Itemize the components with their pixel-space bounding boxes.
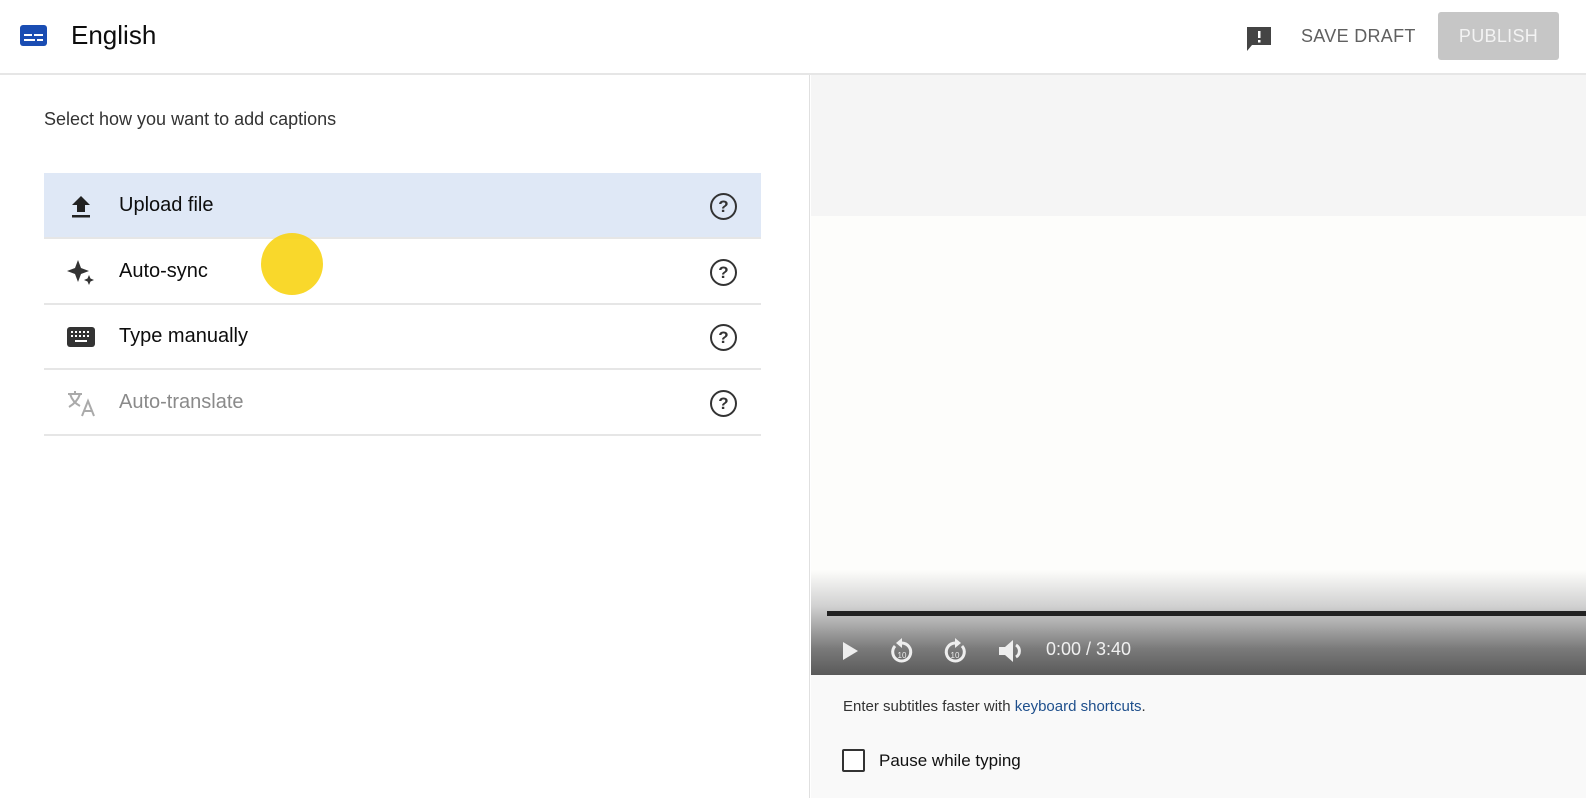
keyboard-icon — [66, 323, 96, 351]
forward-10-icon[interactable]: 10 — [942, 637, 968, 665]
help-icon[interactable]: ? — [710, 390, 737, 417]
help-icon[interactable]: ? — [710, 193, 737, 220]
option-auto-sync[interactable]: Auto-sync ? — [44, 239, 761, 305]
upload-icon — [66, 192, 96, 220]
option-upload-file[interactable]: Upload file ? — [44, 173, 761, 239]
play-icon[interactable] — [841, 637, 859, 665]
pause-while-typing-checkbox[interactable] — [842, 749, 865, 772]
video-preview-panel: 10 10 0:00 / 3:40 Enter subtitles faster… — [811, 75, 1586, 798]
option-label: Type manually — [119, 324, 248, 347]
preview-top — [811, 75, 1586, 216]
shortcuts-hint: Enter subtitles faster with keyboard sho… — [843, 698, 1146, 715]
keyboard-shortcuts-link[interactable]: keyboard shortcuts — [1015, 698, 1142, 715]
translate-icon — [66, 389, 96, 417]
hint-text: Enter subtitles faster with — [843, 698, 1015, 715]
help-icon[interactable]: ? — [710, 324, 737, 351]
volume-icon[interactable] — [997, 637, 1025, 665]
option-type-manually[interactable]: Type manually ? — [44, 304, 761, 370]
publish-button[interactable]: PUBLISH — [1438, 12, 1559, 60]
prompt-text: Select how you want to add captions — [44, 109, 337, 129]
hint-suffix: . — [1141, 698, 1146, 715]
cursor-highlight — [261, 233, 323, 295]
progress-bar[interactable] — [827, 611, 1586, 616]
caption-method-panel: Select how you want to add captions Uplo… — [0, 75, 810, 798]
forward-seconds: 10 — [951, 651, 960, 660]
language-title: English — [71, 20, 157, 50]
player-controls: 10 10 0:00 / 3:40 — [811, 570, 1586, 675]
rewind-10-icon[interactable]: 10 — [889, 637, 915, 665]
option-auto-translate: Auto-translate ? — [44, 370, 761, 436]
option-label: Auto-translate — [119, 390, 244, 413]
time-display: 0:00 / 3:40 — [1046, 639, 1132, 659]
help-icon[interactable]: ? — [710, 259, 737, 286]
rewind-seconds: 10 — [898, 651, 907, 660]
pause-while-typing-label[interactable]: Pause while typing — [879, 751, 1021, 771]
sparkle-icon — [66, 258, 96, 286]
feedback-icon[interactable] — [1245, 25, 1273, 53]
captions-icon — [20, 25, 47, 46]
option-label: Auto-sync — [119, 259, 208, 282]
option-label: Upload file — [119, 193, 214, 216]
save-draft-button[interactable]: SAVE DRAFT — [1301, 26, 1416, 47]
top-bar: English SAVE DRAFT PUBLISH — [0, 0, 1586, 75]
